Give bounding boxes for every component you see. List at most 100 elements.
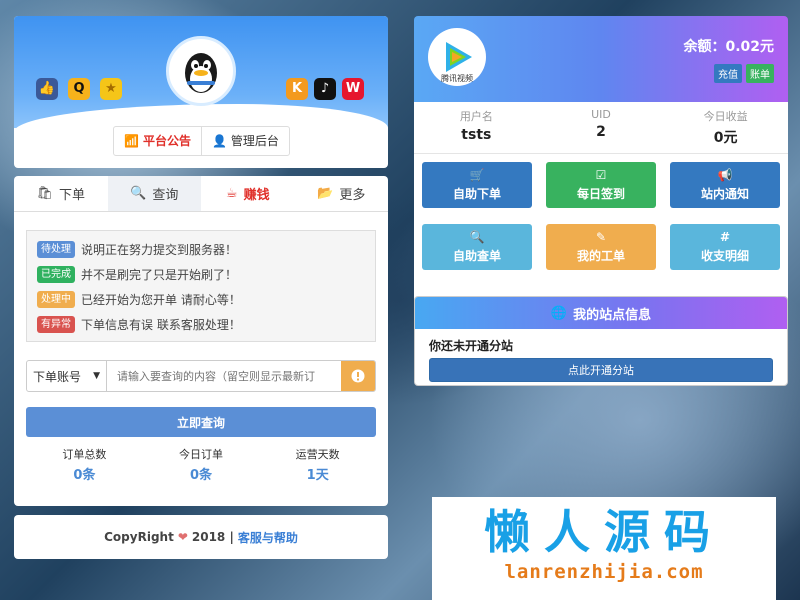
info-button[interactable] bbox=[341, 361, 375, 391]
daily-checkin-button[interactable]: ☑ 每日签到 bbox=[546, 162, 656, 208]
watermark: 懒人源码 lanrenzhijia.com bbox=[432, 497, 776, 600]
balance-actions: 充值 账单 bbox=[714, 64, 774, 83]
query-now-button[interactable]: 立即查询 bbox=[26, 407, 376, 437]
user-icon: 👤 bbox=[211, 134, 227, 148]
grid-button-label: 自助下单 bbox=[452, 187, 501, 201]
platform-notice-label: 平台公告 bbox=[142, 134, 191, 148]
my-tickets-button[interactable]: ✎ 我的工单 bbox=[546, 224, 656, 270]
search-icon: 🔍 bbox=[469, 230, 485, 244]
tab-more-label: 更多 bbox=[339, 188, 366, 203]
qq-icon[interactable]: Q bbox=[68, 78, 90, 100]
platform-notice-button[interactable]: 📶 平台公告 bbox=[114, 127, 201, 155]
stat-operating-days: 运营天数 1天 bbox=[259, 446, 376, 483]
status-badge-pending: 待处理 bbox=[37, 241, 75, 258]
user-field-value: tsts bbox=[461, 127, 492, 143]
recharge-button[interactable]: 充值 bbox=[714, 64, 742, 83]
tencent-video-logo: 腾讯视频 bbox=[428, 28, 486, 86]
user-today-income: 今日收益 0元 bbox=[663, 108, 788, 153]
order-query-card: 🛍 下单 🔍 查询 ☕ 赚钱 📂 更多 待处理 说明正在努力提交到服务器！ 已完… bbox=[14, 176, 388, 506]
globe-icon: 🌐 bbox=[550, 305, 568, 321]
tab-earn[interactable]: ☕ 赚钱 bbox=[201, 176, 295, 211]
admin-panel-button[interactable]: 👤 管理后台 bbox=[200, 127, 289, 155]
user-field-value: 2 bbox=[596, 124, 606, 140]
self-query-button[interactable]: 🔍 自助查单 bbox=[422, 224, 532, 270]
user-info-row: 用户名 tsts UID 2 今日收益 0元 bbox=[414, 108, 788, 154]
edit-icon: ✎ bbox=[595, 230, 607, 244]
stat-label: 今日订单 bbox=[179, 448, 223, 461]
status-text-processing: 已经开始为您开单 请耐心等！ bbox=[81, 293, 241, 307]
tab-more[interactable]: 📂 更多 bbox=[295, 176, 389, 211]
user-field-label: UID bbox=[591, 108, 611, 121]
status-row-error: 有异常 下单信息有误 联系客服处理！ bbox=[37, 312, 365, 337]
site-status-message: 你还未开通分站 bbox=[429, 339, 514, 353]
tab-order[interactable]: 🛍 下单 bbox=[14, 176, 108, 211]
stat-value: 0条 bbox=[189, 468, 213, 483]
open-substation-button[interactable]: 点此开通分站 bbox=[429, 358, 773, 382]
exclamation-circle-icon bbox=[351, 369, 365, 383]
shopping-bag-icon: 🛍 bbox=[36, 186, 53, 201]
my-site-card: 🌐 我的站点信息 你还未开通分站 点此开通分站 bbox=[414, 296, 788, 386]
status-row-processing: 处理中 已经开始为您开单 请耐心等！ bbox=[37, 287, 365, 312]
site-card-header: 🌐 我的站点信息 bbox=[415, 297, 787, 329]
help-link[interactable]: 客服与帮助 bbox=[238, 529, 298, 546]
coffee-cup-icon: ☕ bbox=[225, 186, 238, 201]
user-uid: UID 2 bbox=[539, 108, 664, 153]
status-text-error: 下单信息有误 联系客服处理！ bbox=[81, 318, 241, 332]
weibo-icon[interactable]: W bbox=[342, 78, 364, 100]
user-field-label: 用户名 bbox=[459, 110, 493, 123]
left-header-card: 👍 Q ★ K ♪ W 📶 平台公告 👤 管理后台 bbox=[14, 16, 388, 168]
thumbs-up-icon[interactable]: 👍 bbox=[36, 78, 58, 100]
wifi-icon: 📶 bbox=[124, 134, 139, 148]
query-type-label: 下单账号 bbox=[33, 369, 82, 384]
footer-card: CopyRight ❤ 2018 | 客服与帮助 bbox=[14, 515, 388, 559]
kuaishou-icon[interactable]: K bbox=[286, 78, 308, 100]
grid-button-label: 我的工单 bbox=[576, 249, 625, 263]
query-search-row: 下单账号 ▼ bbox=[26, 360, 376, 392]
grid-button-label: 自助查单 bbox=[452, 249, 501, 263]
header-button-group: 📶 平台公告 👤 管理后台 bbox=[113, 126, 290, 156]
status-text-pending: 说明正在努力提交到服务器！ bbox=[81, 243, 238, 257]
transactions-button[interactable]: # 收支明细 bbox=[670, 224, 780, 270]
query-type-select[interactable]: 下单账号 ▼ bbox=[27, 361, 107, 391]
tab-query-label: 查询 bbox=[152, 188, 179, 203]
stat-label: 订单总数 bbox=[62, 448, 107, 461]
heart-icon: ❤ bbox=[177, 530, 188, 544]
main-tabs: 🛍 下单 🔍 查询 ☕ 赚钱 📂 更多 bbox=[14, 176, 388, 212]
site-notice-button[interactable]: 📢 站内通知 bbox=[670, 162, 780, 208]
status-row-done: 已完成 并不是刷完了只是开始刷了！ bbox=[37, 262, 365, 287]
admin-panel-label: 管理后台 bbox=[230, 134, 279, 148]
tiktok-icon[interactable]: ♪ bbox=[314, 78, 336, 100]
account-header: 腾讯视频 余额：0.02元 充值 账单 bbox=[414, 16, 788, 102]
status-legend: 待处理 说明正在努力提交到服务器！ 已完成 并不是刷完了只是开始刷了！ 处理中 … bbox=[26, 230, 376, 342]
logo-text: 腾讯视频 bbox=[441, 74, 473, 83]
user-username: 用户名 tsts bbox=[414, 108, 539, 153]
tab-query[interactable]: 🔍 查询 bbox=[107, 176, 201, 211]
status-badge-done: 已完成 bbox=[37, 266, 75, 283]
action-grid: 🛒 自助下单 ☑ 每日签到 📢 站内通知 🔍 自助查单 ✎ 我的工单 # 收支明… bbox=[422, 162, 780, 270]
watermark-title: 懒人源码 bbox=[484, 505, 724, 559]
user-info-card: 用户名 tsts UID 2 今日收益 0元 🛒 自助下单 ☑ 每日签到 📢 站… bbox=[414, 102, 788, 306]
search-icon: 🔍 bbox=[130, 186, 147, 201]
status-badge-processing: 处理中 bbox=[37, 291, 75, 308]
tab-order-label: 下单 bbox=[59, 188, 86, 203]
snow-decoration bbox=[14, 104, 388, 128]
watermark-url: lanrenzhijia.com bbox=[504, 561, 704, 583]
folder-icon: 📂 bbox=[317, 186, 334, 201]
grid-button-label: 每日签到 bbox=[576, 187, 625, 201]
user-field-value: 0元 bbox=[713, 130, 738, 146]
grid-button-label: 收支明细 bbox=[700, 249, 749, 263]
hash-icon: # bbox=[719, 230, 731, 244]
bill-button[interactable]: 账单 bbox=[746, 64, 774, 83]
caret-down-icon: ▼ bbox=[93, 371, 100, 381]
user-field-label: 今日收益 bbox=[703, 110, 748, 123]
star-icon[interactable]: ★ bbox=[100, 78, 122, 100]
tab-earn-label: 赚钱 bbox=[243, 188, 270, 203]
avatar[interactable] bbox=[166, 36, 236, 106]
copyright-year: 2018 | bbox=[191, 530, 234, 544]
stat-total-orders: 订单总数 0条 bbox=[26, 446, 143, 483]
site-card-title: 我的站点信息 bbox=[573, 307, 652, 323]
site-card-body: 你还未开通分站 点此开通分站 bbox=[415, 329, 787, 385]
self-order-button[interactable]: 🛒 自助下单 bbox=[422, 162, 532, 208]
stat-today-orders: 今日订单 0条 bbox=[143, 446, 260, 483]
query-input[interactable] bbox=[107, 361, 341, 391]
